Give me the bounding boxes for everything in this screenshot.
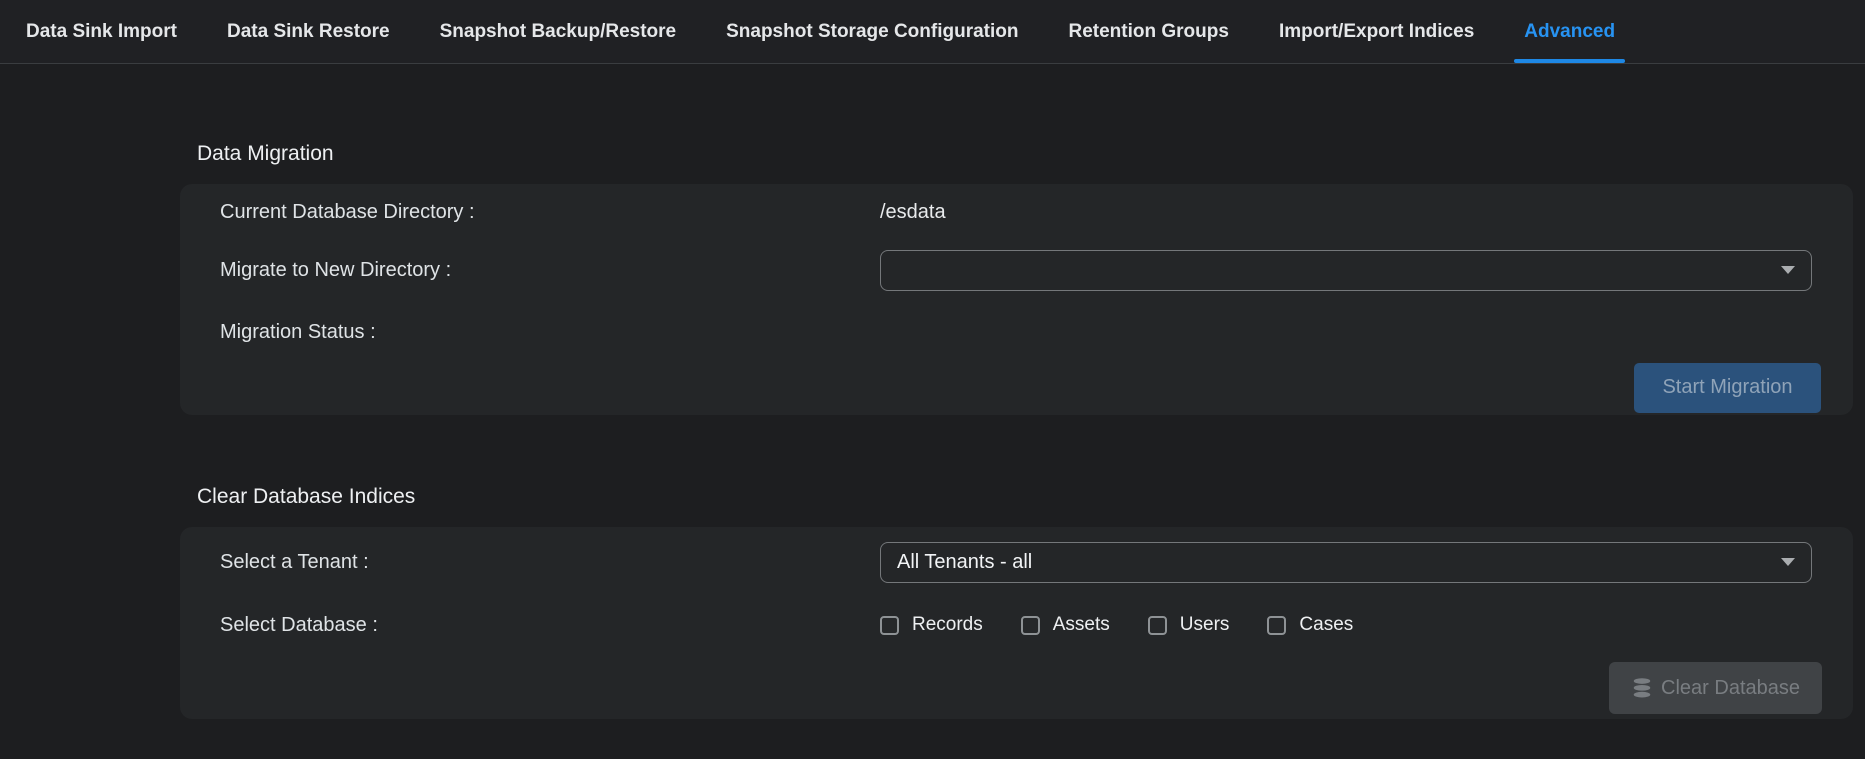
data-migration-actions-row: Start Migration <box>180 360 1853 415</box>
clear-database-indices-heading: Clear Database Indices <box>197 415 1865 509</box>
tab-data-sink-restore[interactable]: Data Sink Restore <box>227 0 390 63</box>
checkbox-item-users[interactable]: Users <box>1148 614 1230 636</box>
data-migration-panel: Current Database Directory : /esdata Mig… <box>180 184 1853 415</box>
tab-advanced[interactable]: Advanced <box>1524 0 1615 63</box>
users-checkbox[interactable] <box>1148 616 1167 635</box>
checkbox-item-cases[interactable]: Cases <box>1267 614 1353 636</box>
migration-status-row: Migration Status : <box>180 304 1853 360</box>
tenant-select-value: All Tenants - all <box>897 551 1032 574</box>
migrate-to-new-directory-row: Migrate to New Directory : <box>180 236 1853 304</box>
clear-database-indices-panel: Select a Tenant : All Tenants - all Sele… <box>180 527 1853 719</box>
current-database-directory-value: /esdata <box>880 201 946 224</box>
start-migration-button[interactable]: Start Migration <box>1634 363 1821 413</box>
users-checkbox-label: Users <box>1180 614 1230 636</box>
tab-snapshot-storage-configuration[interactable]: Snapshot Storage Configuration <box>726 0 1018 63</box>
tab-retention-groups[interactable]: Retention Groups <box>1069 0 1229 63</box>
clear-database-button-label: Clear Database <box>1661 677 1800 700</box>
data-migration-heading: Data Migration <box>197 64 1865 166</box>
clear-database-actions-row: Clear Database <box>180 657 1853 719</box>
cases-checkbox[interactable] <box>1267 616 1286 635</box>
assets-checkbox[interactable] <box>1021 616 1040 635</box>
advanced-settings-page: Data Sink Import Data Sink Restore Snaps… <box>0 0 1865 759</box>
top-tab-bar: Data Sink Import Data Sink Restore Snaps… <box>0 0 1865 64</box>
records-checkbox-label: Records <box>912 614 983 636</box>
chevron-down-icon <box>1781 266 1795 274</box>
cases-checkbox-label: Cases <box>1299 614 1353 636</box>
tab-snapshot-backup-restore[interactable]: Snapshot Backup/Restore <box>440 0 677 63</box>
migrate-directory-select[interactable] <box>880 250 1812 291</box>
current-database-directory-label: Current Database Directory : <box>220 201 880 224</box>
checkbox-item-records[interactable]: Records <box>880 614 983 636</box>
chevron-down-icon <box>1781 558 1795 566</box>
checkbox-item-assets[interactable]: Assets <box>1021 614 1110 636</box>
migrate-to-new-directory-label: Migrate to New Directory : <box>220 259 880 282</box>
tenant-select[interactable]: All Tenants - all <box>880 542 1812 583</box>
migration-status-label: Migration Status : <box>220 321 880 344</box>
select-database-label: Select Database : <box>220 614 880 637</box>
assets-checkbox-label: Assets <box>1053 614 1110 636</box>
tab-import-export-indices[interactable]: Import/Export Indices <box>1279 0 1474 63</box>
database-checkbox-group: Records Assets Users Cases <box>880 614 1353 636</box>
select-database-row: Select Database : Records Assets Users C… <box>180 593 1853 657</box>
select-tenant-label: Select a Tenant : <box>220 551 880 574</box>
database-icon <box>1631 677 1653 699</box>
clear-database-button[interactable]: Clear Database <box>1609 662 1822 714</box>
current-database-directory-row: Current Database Directory : /esdata <box>180 188 1853 236</box>
tab-data-sink-import[interactable]: Data Sink Import <box>26 0 177 63</box>
records-checkbox[interactable] <box>880 616 899 635</box>
select-tenant-row: Select a Tenant : All Tenants - all <box>180 531 1853 593</box>
